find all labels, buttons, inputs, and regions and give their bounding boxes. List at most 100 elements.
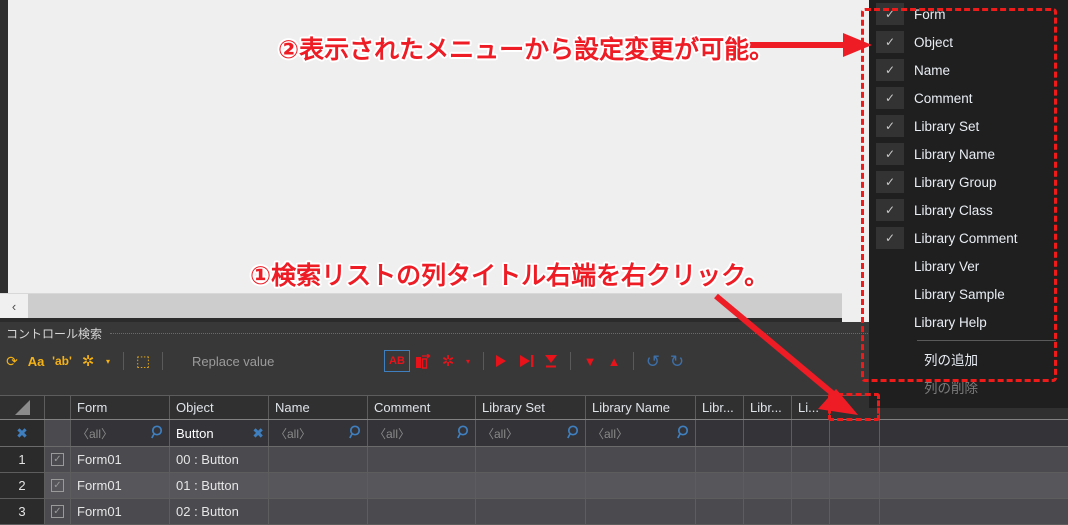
column-header-object[interactable]: Object — [170, 396, 269, 419]
cell-comment — [368, 473, 476, 498]
select-region-icon[interactable]: ⬚ — [131, 349, 155, 373]
check-icon: ✓ — [876, 227, 904, 249]
refresh-icon[interactable]: ⟳ — [0, 349, 24, 373]
scrollbar-thumb[interactable] — [28, 294, 842, 319]
context-menu-item-comment[interactable]: ✓ Comment — [869, 84, 1068, 112]
context-menu-label: Library Comment — [914, 231, 1018, 246]
replace-value-input[interactable]: Replace value — [192, 354, 382, 369]
context-menu-item-name[interactable]: ✓ Name — [869, 56, 1068, 84]
checkbox-checked-icon: ✓ — [51, 479, 64, 492]
row-checkbox[interactable]: ✓ — [45, 473, 71, 498]
column-context-menu[interactable]: ✓ Form ✓ Object ✓ Name ✓ Comment ✓ Libra… — [869, 0, 1068, 408]
filter-library-name[interactable]: 〈all〉 — [586, 420, 696, 446]
context-menu-item-library-name[interactable]: ✓ Library Name — [869, 140, 1068, 168]
search-icon[interactable] — [567, 425, 581, 442]
context-menu-item-library-set[interactable]: ✓ Library Set — [869, 112, 1068, 140]
replace-settings-gear-icon[interactable]: ✲ — [436, 349, 460, 373]
context-menu-item-library-sample[interactable]: Library Sample — [869, 280, 1068, 308]
cell-filler — [880, 499, 1068, 524]
filter-filler — [880, 420, 1068, 446]
cell-object: 02 : Button — [170, 499, 269, 524]
column-header-library-group[interactable]: Libr... — [696, 396, 744, 419]
filter-form[interactable]: 〈all〉 — [71, 420, 170, 446]
filter-library-class[interactable] — [744, 420, 792, 446]
cell-library-set — [476, 447, 586, 472]
cell-form: Form01 — [71, 473, 170, 498]
filter-library-comment[interactable] — [792, 420, 830, 446]
clear-all-filters-button[interactable]: ✖ — [0, 420, 45, 446]
redo-icon[interactable]: ↻ — [665, 349, 689, 373]
replace-next-icon[interactable] — [491, 349, 515, 373]
row-checkbox[interactable]: ✓ — [45, 499, 71, 524]
column-header-form[interactable]: Form — [71, 396, 170, 419]
header-checkbox-column — [45, 396, 71, 419]
filter-library-group[interactable] — [696, 420, 744, 446]
context-menu-item-library-class[interactable]: ✓ Library Class — [869, 196, 1068, 224]
match-case-icon[interactable]: Aa — [24, 349, 48, 373]
table-row[interactable]: 3 ✓ Form01 02 : Button — [0, 499, 1068, 525]
check-icon: ✓ — [876, 87, 904, 109]
context-menu-item-library-group[interactable]: ✓ Library Group — [869, 168, 1068, 196]
context-menu-item-object[interactable]: ✓ Object — [869, 28, 1068, 56]
filter-name[interactable]: 〈all〉 — [269, 420, 368, 446]
search-icon[interactable] — [677, 425, 691, 442]
toolbar-separator-5 — [633, 352, 634, 370]
column-header-library-class[interactable]: Libr... — [744, 396, 792, 419]
table-corner-cell[interactable] — [0, 396, 45, 419]
context-menu-item-library-comment[interactable]: ✓ Library Comment — [869, 224, 1068, 252]
move-up-icon[interactable]: ▲ — [602, 349, 626, 373]
settings-dropdown-caret[interactable]: ▾ — [100, 357, 116, 366]
replace-column-icon[interactable] — [412, 349, 436, 373]
column-header-library-set[interactable]: Library Set — [476, 396, 586, 419]
toolbar-separator-2 — [162, 352, 163, 370]
context-menu-item-library-ver[interactable]: Library Ver — [869, 252, 1068, 280]
cell-library-comment — [792, 473, 830, 498]
replace-all-next-icon[interactable] — [515, 349, 539, 373]
context-menu-label: Form — [914, 7, 946, 22]
search-icon[interactable] — [349, 425, 363, 442]
context-menu-item-form[interactable]: ✓ Form — [869, 0, 1068, 28]
toolbar-separator-3 — [483, 352, 484, 370]
checkbox-checked-icon: ✓ — [51, 505, 64, 518]
filter-library-set[interactable]: 〈all〉 — [476, 420, 586, 446]
scroll-left-button[interactable]: ‹ — [0, 294, 28, 319]
row-number: 2 — [0, 473, 45, 498]
column-header-library-name[interactable]: Library Name — [586, 396, 696, 419]
cell-tail — [830, 447, 880, 472]
whole-word-icon[interactable]: 'ab' — [48, 349, 76, 373]
designer-left-gutter — [0, 0, 8, 293]
cell-library-name — [586, 447, 696, 472]
designer-horizontal-scrollbar[interactable]: ‹ — [0, 293, 842, 318]
filter-object[interactable]: Button ✖ — [170, 420, 269, 446]
replace-settings-caret[interactable]: ▾ — [460, 357, 476, 366]
move-down-icon[interactable]: ▼ — [578, 349, 602, 373]
column-header-name[interactable]: Name — [269, 396, 368, 419]
search-icon[interactable] — [151, 425, 165, 442]
replace-ab-icon[interactable]: AB — [382, 349, 412, 373]
cell-library-group — [696, 499, 744, 524]
context-menu-label: Comment — [914, 91, 973, 106]
cell-library-name — [586, 499, 696, 524]
cell-library-set — [476, 473, 586, 498]
context-menu-label: Library Help — [914, 315, 987, 330]
column-header-comment[interactable]: Comment — [368, 396, 476, 419]
context-menu-item-add-column[interactable]: 列の追加 — [869, 345, 1068, 373]
filter-comment[interactable]: 〈all〉 — [368, 420, 476, 446]
context-menu-item-library-help[interactable]: Library Help — [869, 308, 1068, 336]
search-icon[interactable] — [457, 425, 471, 442]
undo-icon[interactable]: ↺ — [641, 349, 665, 373]
table-row[interactable]: 2 ✓ Form01 01 : Button — [0, 473, 1068, 499]
column-header-library-comment[interactable]: Li... — [792, 396, 830, 419]
replace-filter-icon[interactable] — [539, 349, 563, 373]
filter-checkbox-column — [45, 420, 71, 446]
settings-gear-icon[interactable]: ✲ — [76, 349, 100, 373]
context-menu-label: 列の追加 — [924, 349, 978, 369]
table-row[interactable]: 1 ✓ Form01 00 : Button — [0, 447, 1068, 473]
row-number: 1 — [0, 447, 45, 472]
check-icon: ✓ — [876, 31, 904, 53]
toolbar-right-group: AB ✲ ▾ — [382, 349, 689, 373]
row-checkbox[interactable]: ✓ — [45, 447, 71, 472]
clear-object-filter-icon[interactable]: ✖ — [252, 425, 264, 442]
cell-library-set — [476, 499, 586, 524]
row-number: 3 — [0, 499, 45, 524]
